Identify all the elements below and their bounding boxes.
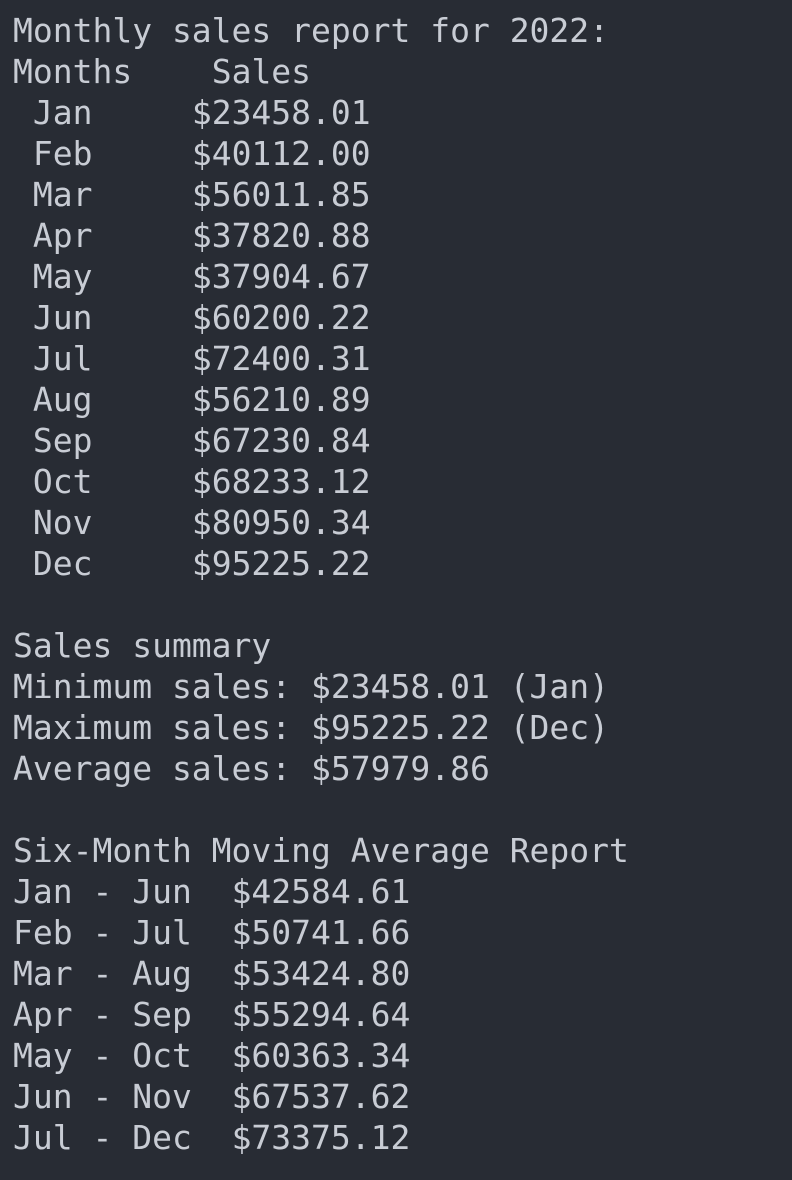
summary-heading: Sales summary xyxy=(13,626,272,665)
months-column-header: Months xyxy=(13,52,133,91)
average-value-cell: $42584.61 xyxy=(231,872,411,911)
month-cell: Jul xyxy=(32,339,93,378)
moving-average-row: Apr - Sep $55294.64 xyxy=(13,994,792,1035)
month-cell: Aug xyxy=(32,380,93,419)
sales-cell: $68233.12 xyxy=(191,462,371,501)
month-cell: Mar xyxy=(32,175,93,214)
table-row: May $37904.67 xyxy=(13,256,792,297)
period-cell: Mar - Aug xyxy=(13,954,192,993)
period-cell: May - Oct xyxy=(13,1036,192,1075)
table-row: Jan $23458.01 xyxy=(13,92,792,133)
moving-average-row: Jan - Jun $42584.61 xyxy=(13,871,792,912)
month-cell: Apr xyxy=(32,216,93,255)
period-cell: Jan - Jun xyxy=(13,872,192,911)
sales-cell: $80950.34 xyxy=(191,503,371,542)
sales-cell: $67230.84 xyxy=(191,421,371,460)
table-row: Apr $37820.88 xyxy=(13,215,792,256)
terminal-output: Monthly sales report for 2022: Months Sa… xyxy=(0,0,792,1180)
period-cell: Feb - Jul xyxy=(13,913,192,952)
month-cell: Jun xyxy=(32,298,93,337)
moving-average-row: Feb - Jul $50741.66 xyxy=(13,912,792,953)
table-row: Jul $72400.31 xyxy=(13,338,792,379)
maximum-sales-line: Maximum sales: $95225.22 (Dec) xyxy=(13,708,610,747)
moving-average-heading: Six-Month Moving Average Report xyxy=(13,831,629,870)
month-cell: Feb xyxy=(32,134,93,173)
sales-cell: $37904.67 xyxy=(191,257,371,296)
sales-cell: $60200.22 xyxy=(191,298,371,337)
month-cell: May xyxy=(32,257,93,296)
period-cell: Apr - Sep xyxy=(13,995,192,1034)
month-cell: Dec xyxy=(32,544,93,583)
month-cell: Sep xyxy=(32,421,93,460)
table-row: Sep $67230.84 xyxy=(13,420,792,461)
average-value-cell: $50741.66 xyxy=(231,913,411,952)
table-row: Mar $56011.85 xyxy=(13,174,792,215)
moving-average-row: Jun - Nov $67537.62 xyxy=(13,1076,792,1117)
table-row: Dec $95225.22 xyxy=(13,543,792,584)
month-cell: Nov xyxy=(32,503,93,542)
sales-cell: $40112.00 xyxy=(191,134,371,173)
sales-cell: $72400.31 xyxy=(191,339,371,378)
period-cell: Jun - Nov xyxy=(13,1077,192,1116)
sales-cell: $56210.89 xyxy=(191,380,371,419)
sales-column-header: Sales xyxy=(211,52,312,91)
table-row: Nov $80950.34 xyxy=(13,502,792,543)
sales-cell: $37820.88 xyxy=(191,216,371,255)
moving-average-row: May - Oct $60363.34 xyxy=(13,1035,792,1076)
table-row: Feb $40112.00 xyxy=(13,133,792,174)
average-sales-line: Average sales: $57979.86 xyxy=(13,749,490,788)
table-header: Months Sales xyxy=(13,51,792,92)
average-value-cell: $60363.34 xyxy=(231,1036,411,1075)
table-row: Oct $68233.12 xyxy=(13,461,792,502)
average-value-cell: $67537.62 xyxy=(231,1077,411,1116)
report-title: Monthly sales report for 2022: xyxy=(13,11,610,50)
sales-cell: $23458.01 xyxy=(191,93,371,132)
moving-average-row: Jul - Dec $73375.12 xyxy=(13,1117,792,1158)
average-value-cell: $53424.80 xyxy=(231,954,411,993)
period-cell: Jul - Dec xyxy=(13,1118,192,1157)
minimum-sales-line: Minimum sales: $23458.01 (Jan) xyxy=(13,667,610,706)
month-cell: Jan xyxy=(32,93,93,132)
table-row: Jun $60200.22 xyxy=(13,297,792,338)
sales-cell: $95225.22 xyxy=(191,544,371,583)
table-row: Aug $56210.89 xyxy=(13,379,792,420)
average-value-cell: $73375.12 xyxy=(231,1118,411,1157)
average-value-cell: $55294.64 xyxy=(231,995,411,1034)
sales-cell: $56011.85 xyxy=(191,175,371,214)
moving-average-row: Mar - Aug $53424.80 xyxy=(13,953,792,994)
month-cell: Oct xyxy=(32,462,93,501)
